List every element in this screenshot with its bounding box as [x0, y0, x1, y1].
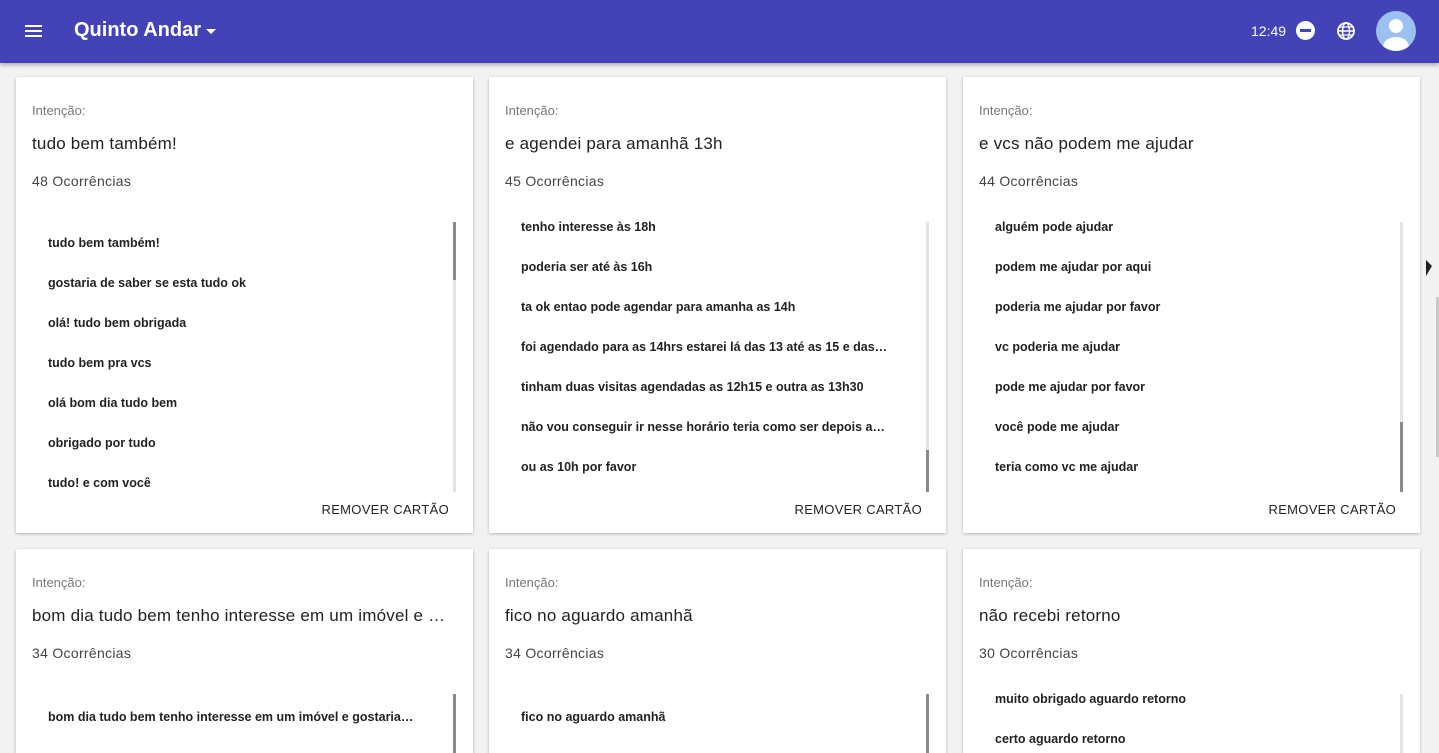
intent-title: tudo bem também! — [32, 134, 177, 153]
occurrence-count: 48 Ocorrências — [32, 173, 132, 189]
remove-card-button[interactable]: REMOVER CARTÃO — [1269, 502, 1396, 517]
dropdown-caret-icon[interactable] — [206, 29, 216, 34]
intent-card: Intenção: não recebi retorno 30 Ocorrênc… — [963, 549, 1420, 753]
examples-list[interactable]: fico no aguardo amanhã — [505, 697, 930, 753]
clock: 12:49 — [1251, 23, 1287, 39]
examples-list[interactable]: tudo bem também! gostaria de saber se es… — [32, 223, 457, 493]
example-item: fico no aguardo amanhã — [521, 710, 666, 724]
example-item: olá bom dia tudo bem — [48, 396, 178, 410]
app-bar: Quinto Andar 12:49 — [0, 0, 1439, 63]
occurrence-count: 34 Ocorrências — [32, 645, 132, 661]
menu-icon[interactable] — [22, 20, 46, 44]
globe-icon[interactable] — [1336, 21, 1356, 41]
example-item: gostaria de saber se esta tudo ok — [48, 276, 246, 290]
example-item: poderia ser até às 16h — [521, 260, 653, 274]
example-item: ou as 10h por favor — [521, 460, 637, 474]
intent-card: Intenção: e vcs não podem me ajudar 44 O… — [963, 77, 1420, 533]
example-item: bom dia tudo bem tenho interesse em um i… — [48, 710, 432, 724]
scrollbar-thumb[interactable] — [926, 450, 929, 492]
intent-title: e vcs não podem me ajudar — [979, 134, 1194, 153]
example-item: tinham duas visitas agendadas as 12h15 e… — [521, 380, 864, 394]
occurrence-count: 44 Ocorrências — [979, 173, 1079, 189]
example-item: ta ok entao pode agendar para amanha as … — [521, 300, 796, 314]
scrollbar-thumb[interactable] — [453, 222, 456, 280]
examples-list[interactable]: alguém pode ajudar podem me ajudar por a… — [979, 207, 1404, 493]
intent-title: bom dia tudo bem tenho interesse em um i… — [32, 606, 446, 625]
intent-title: não recebi retorno — [979, 606, 1121, 625]
example-item: tudo! e com você — [48, 476, 151, 490]
example-item: tudo bem também! — [48, 236, 160, 250]
occurrence-count: 45 Ocorrências — [505, 173, 605, 189]
examples-list[interactable]: tenho interesse às 18h poderia ser até à… — [505, 207, 930, 493]
example-item: tenho interesse às 18h — [521, 220, 656, 234]
example-item: foi agendado para as 14hrs estarei lá da… — [521, 340, 905, 354]
example-item: alguém pode ajudar — [995, 220, 1114, 234]
examples-scrollbar[interactable] — [453, 222, 456, 492]
examples-list[interactable]: muito obrigado aguardo retorno certo agu… — [979, 679, 1404, 753]
remove-card-button[interactable]: REMOVER CARTÃO — [795, 502, 922, 517]
occurrence-count: 34 Ocorrências — [505, 645, 605, 661]
remove-card-button[interactable]: REMOVER CARTÃO — [322, 502, 449, 517]
avatar-icon[interactable] — [1376, 11, 1416, 51]
examples-scrollbar[interactable] — [926, 694, 929, 753]
intent-label: Intenção: — [979, 575, 1033, 590]
intent-label: Intenção: — [505, 575, 559, 590]
example-item: muito obrigado aguardo retorno — [995, 692, 1186, 706]
intent-card: Intenção: e agendei para amanhã 13h 45 O… — [489, 77, 946, 533]
example-item: poderia me ajudar por favor — [995, 300, 1161, 314]
example-item: não vou conseguir ir nesse horário teria… — [521, 420, 905, 434]
app-title: Quinto Andar — [74, 19, 202, 41]
scrollbar-thumb[interactable] — [926, 694, 929, 753]
example-item: tudo bem pra vcs — [48, 356, 152, 370]
occurrence-count: 30 Ocorrências — [979, 645, 1079, 661]
examples-list[interactable]: bom dia tudo bem tenho interesse em um i… — [32, 697, 457, 753]
scrollbar-thumb[interactable] — [1400, 422, 1403, 492]
example-item: olá! tudo bem obrigada — [48, 316, 187, 330]
examples-scrollbar[interactable] — [926, 222, 929, 492]
examples-scrollbar[interactable] — [1400, 222, 1403, 492]
mouse-cursor-icon — [1426, 260, 1432, 276]
examples-scrollbar[interactable] — [453, 694, 456, 753]
example-item: teria como vc me ajudar — [995, 460, 1139, 474]
intent-card: Intenção: tudo bem também! 48 Ocorrência… — [16, 77, 473, 533]
intent-label: Intenção: — [32, 575, 86, 590]
intent-title: e agendei para amanhã 13h — [505, 134, 723, 153]
example-item: você pode me ajudar — [995, 420, 1120, 434]
intent-label: Intenção: — [979, 103, 1033, 118]
examples-scrollbar[interactable] — [1400, 694, 1403, 753]
example-item: vc poderia me ajudar — [995, 340, 1121, 354]
intent-label: Intenção: — [505, 103, 559, 118]
example-item: podem me ajudar por aqui — [995, 260, 1152, 274]
do-not-disturb-icon[interactable] — [1296, 21, 1315, 40]
example-item: pode me ajudar por favor — [995, 380, 1146, 394]
intent-label: Intenção: — [32, 103, 86, 118]
example-item: certo aguardo retorno — [995, 732, 1126, 746]
intent-title: fico no aguardo amanhã — [505, 606, 693, 625]
example-item: obrigado por tudo — [48, 436, 156, 450]
intent-card: Intenção: fico no aguardo amanhã 34 Ocor… — [489, 549, 946, 753]
scrollbar-thumb[interactable] — [453, 694, 456, 753]
intent-card: Intenção: bom dia tudo bem tenho interes… — [16, 549, 473, 753]
